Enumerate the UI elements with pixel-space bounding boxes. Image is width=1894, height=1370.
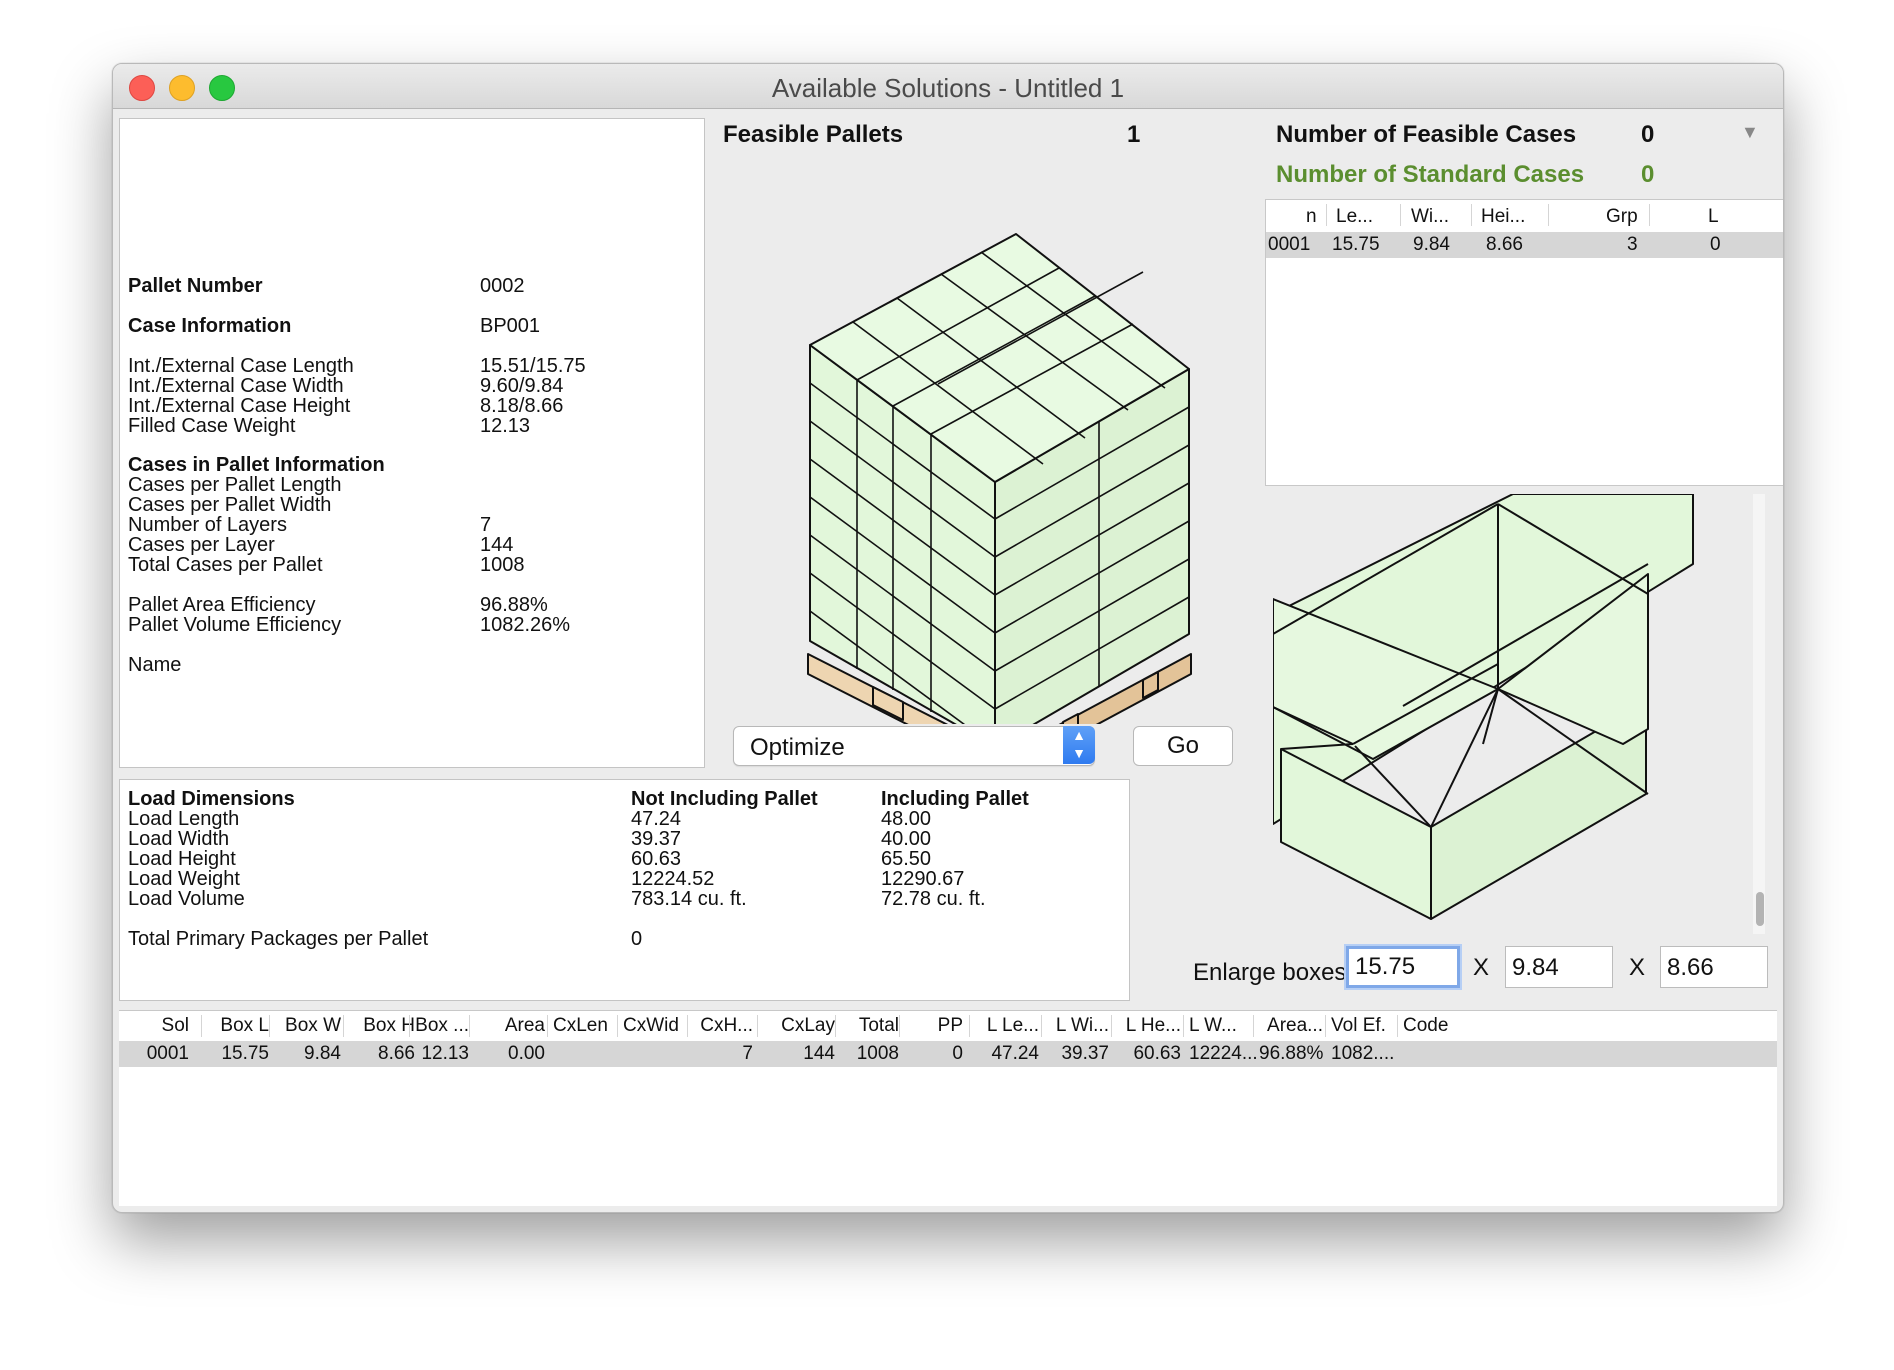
sol-col-header[interactable]: L Wi... — [1047, 1015, 1109, 1037]
case-cell-height: 8.66 — [1486, 234, 1523, 255]
load-volume-not-incl: 783.14 cu. ft. — [631, 888, 747, 910]
col-header-length[interactable]: Le... — [1336, 206, 1373, 228]
x-separator: X — [1629, 954, 1646, 981]
sol-col-header[interactable]: Area... — [1259, 1015, 1323, 1037]
sol-col-header[interactable]: CxLay — [763, 1015, 835, 1037]
titlebar: Available Solutions - Untitled 1 — [113, 64, 1783, 109]
col-header-width[interactable]: Wi... — [1411, 206, 1449, 228]
cases-table[interactable]: n Le... Wi... Hei... Grp L 0001 15.75 9.… — [1265, 199, 1783, 486]
sol-col-header[interactable]: Sol — [125, 1015, 189, 1037]
case-cell-n: 0001 — [1268, 234, 1311, 255]
box-view-scroll-track[interactable] — [1753, 494, 1765, 934]
total-cases-label: Total Cases per Pallet — [128, 554, 323, 576]
sol-col-header[interactable]: Code — [1403, 1015, 1483, 1037]
case-cell-width: 9.84 — [1413, 234, 1450, 255]
enlarge-width-field[interactable]: 9.84 — [1505, 946, 1613, 988]
load-volume-incl: 72.78 cu. ft. — [881, 888, 986, 910]
sol-col-header[interactable]: CxH... — [693, 1015, 753, 1037]
popup-arrows-icon: ▲ ▼ — [1063, 726, 1095, 764]
feasible-cases-value: 0 — [1641, 121, 1655, 148]
pallet-info-panel: Pallet Number 0002 Case Information BP00… — [119, 118, 705, 768]
sol-cell: 9.84 — [304, 1043, 341, 1064]
sol-cell: 47.24 — [991, 1043, 1039, 1064]
load-volume-label: Load Volume — [128, 888, 245, 910]
sol-cell: 15.75 — [221, 1043, 269, 1064]
vol-eff-label: Pallet Volume Efficiency — [128, 614, 342, 636]
sol-cell: 1008 — [856, 1043, 899, 1064]
sol-cell: 0001 — [146, 1043, 189, 1064]
case-cell-l: 0 — [1710, 234, 1721, 255]
sol-col-header[interactable]: Total — [841, 1015, 899, 1037]
case-cell-length: 15.75 — [1332, 234, 1380, 255]
sol-cell: 1082.... — [1331, 1043, 1395, 1064]
sol-col-header[interactable]: Box L — [207, 1015, 269, 1037]
sol-col-header[interactable]: PP — [905, 1015, 963, 1037]
box-view-scroll-thumb[interactable] — [1756, 892, 1764, 926]
sol-col-header[interactable]: CxLen — [553, 1015, 617, 1037]
load-dimensions-panel: Load Dimensions Not Including Pallet Inc… — [119, 779, 1130, 1001]
sol-cell: 39.37 — [1061, 1043, 1109, 1064]
sol-cell: 0 — [952, 1043, 963, 1064]
go-button[interactable]: Go — [1133, 726, 1233, 766]
feasible-pallets-label: Feasible Pallets — [723, 121, 904, 148]
pallet-number-value: 0002 — [480, 275, 525, 297]
total-pp-label: Total Primary Packages per Pallet — [128, 928, 429, 950]
enlarge-height-field[interactable]: 8.66 — [1660, 946, 1768, 988]
pallet-3d-view[interactable] — [773, 164, 1213, 724]
feasible-pallets-count: 1 — [1127, 121, 1141, 148]
total-cases-value: 1008 — [480, 554, 525, 576]
col-header-height[interactable]: Hei... — [1481, 206, 1525, 228]
solutions-table[interactable]: Sol Box L Box W Box H Box ... Area CxLen CxWid C… — [119, 1010, 1777, 1206]
sol-col-header[interactable]: L Le... — [975, 1015, 1039, 1037]
col-header-n[interactable]: n — [1306, 206, 1317, 228]
col-header-grp[interactable]: Grp — [1606, 206, 1638, 228]
sol-cell: 7 — [742, 1043, 753, 1064]
sol-cell: 8.66 — [378, 1043, 415, 1064]
sol-col-header[interactable]: L W... — [1189, 1015, 1249, 1037]
sol-col-header[interactable]: CxWid — [623, 1015, 687, 1037]
standard-cases-value: 0 — [1641, 161, 1655, 188]
sol-col-header[interactable]: Area — [475, 1015, 545, 1037]
sol-col-header[interactable]: Box ... — [415, 1015, 469, 1037]
sol-col-header[interactable]: L He... — [1117, 1015, 1181, 1037]
optimize-popup[interactable]: Optimize ▲ ▼ — [733, 726, 1095, 766]
sol-col-header[interactable]: Box H — [349, 1015, 415, 1037]
pallet-number-label: Pallet Number — [128, 275, 263, 297]
enlarge-boxes-label: Enlarge boxes — [1193, 959, 1347, 986]
vol-eff-value: 1082.26% — [480, 614, 571, 636]
menu-triangle-icon[interactable]: ▼ — [1741, 122, 1759, 143]
optimize-selected: Optimize — [750, 734, 845, 761]
case-info-value: BP001 — [480, 315, 541, 337]
sol-cell: 12.13 — [421, 1043, 469, 1064]
x-separator: X — [1473, 954, 1490, 981]
sol-cell: 60.63 — [1133, 1043, 1181, 1064]
col-header-l[interactable]: L — [1708, 206, 1719, 228]
sol-col-header[interactable]: Vol Ef. — [1331, 1015, 1395, 1037]
case-weight-label: Filled Case Weight — [128, 415, 296, 437]
box-3d-view[interactable] — [1273, 494, 1743, 934]
total-pp-value: 0 — [631, 928, 643, 950]
feasible-cases-label: Number of Feasible Cases — [1276, 121, 1577, 148]
case-weight-value: 12.13 — [480, 415, 531, 437]
standard-cases-label: Number of Standard Cases — [1276, 161, 1585, 188]
window-title: Available Solutions - Untitled 1 — [771, 73, 1125, 103]
sol-cell: 144 — [803, 1043, 835, 1064]
sol-cell: 12224... — [1189, 1043, 1258, 1064]
sol-cell: 96.88% — [1259, 1043, 1324, 1064]
available-solutions-window: Available Solutions - Untitled 1 Pallet … — [112, 63, 1784, 1213]
sol-col-header[interactable]: Box W — [275, 1015, 341, 1037]
enlarge-length-field[interactable]: 15.75 — [1346, 946, 1460, 988]
sol-cell: 0.00 — [508, 1043, 545, 1064]
name-label: Name — [128, 654, 182, 676]
case-info-label: Case Information — [128, 315, 292, 337]
case-cell-grp: 3 — [1627, 234, 1638, 255]
